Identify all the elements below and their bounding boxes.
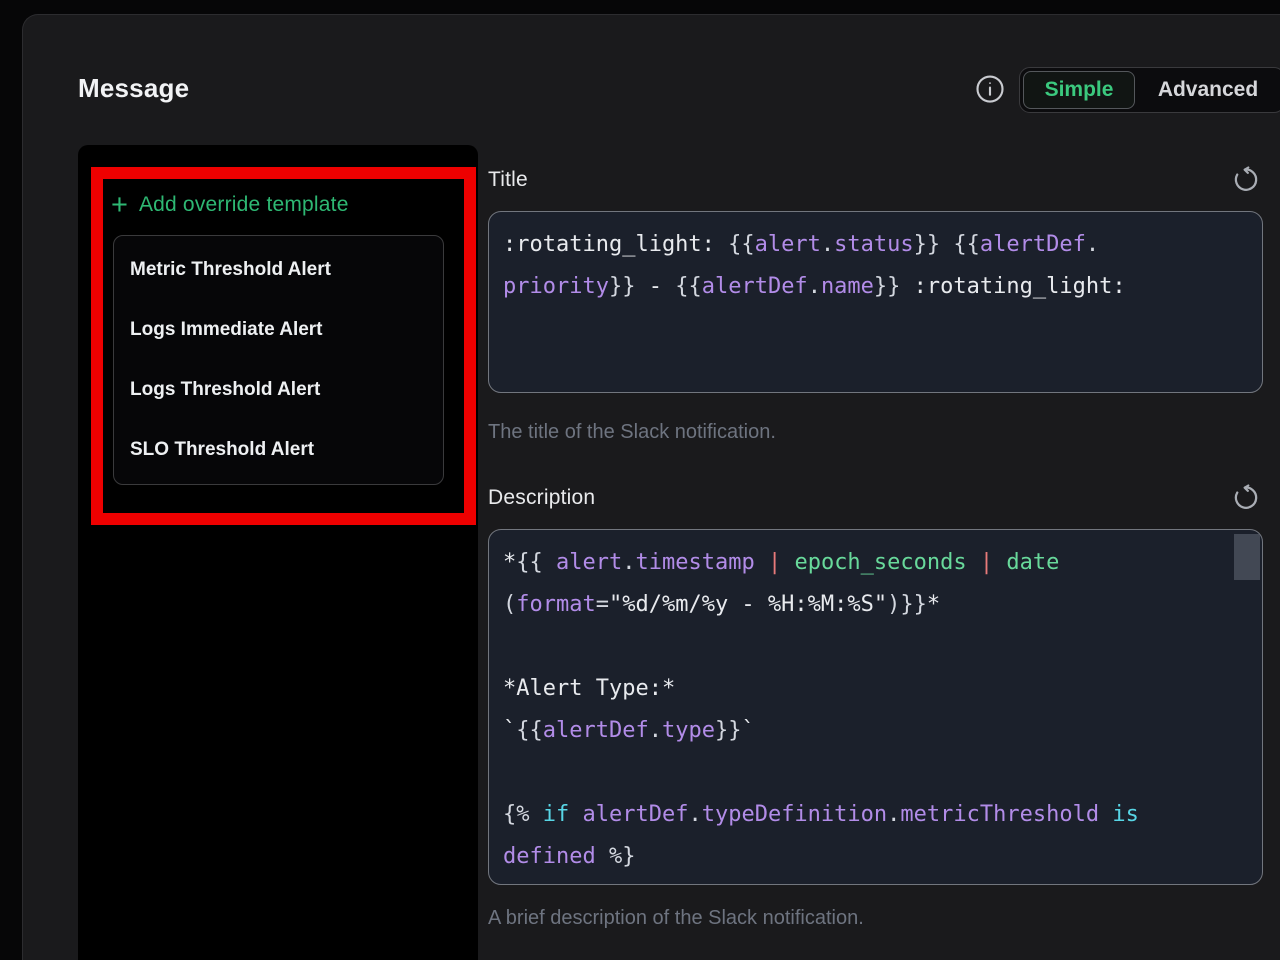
reset-title-button[interactable]: [1233, 166, 1260, 193]
code-line: [503, 626, 1248, 668]
plus-icon: +: [111, 191, 128, 219]
info-icon[interactable]: [975, 74, 1005, 104]
add-override-template-label: Add override template: [139, 193, 349, 217]
code-line: [503, 752, 1248, 794]
description-field-label: Description: [488, 486, 595, 510]
template-item-slo-threshold[interactable]: SLO Threshold Alert: [114, 420, 443, 480]
template-item-logs-threshold[interactable]: Logs Threshold Alert: [114, 360, 443, 420]
title-field-label: Title: [488, 168, 528, 192]
template-item-metric-threshold[interactable]: Metric Threshold Alert: [114, 240, 443, 300]
add-override-template-button[interactable]: + Add override template: [111, 189, 349, 221]
description-scrollbar-thumb[interactable]: [1234, 534, 1260, 580]
template-list: Metric Threshold Alert Logs Immediate Al…: [113, 235, 444, 485]
simple-advanced-toggle: Simple Advanced: [1019, 67, 1280, 113]
override-template-sidebar: + Add override template Metric Threshold…: [78, 145, 478, 960]
code-line: defined %}: [503, 836, 1248, 878]
page-title: Message: [78, 73, 189, 104]
code-line: {% if alertDef.typeDefinition.metricThre…: [503, 794, 1248, 836]
code-line: :rotating_light: {{alert.status}} {{aler…: [503, 224, 1248, 266]
description-helper-text: A brief description of the Slack notific…: [488, 907, 864, 930]
code-line: (format="%d/%m/%y - %H:%M:%S")}}*: [503, 584, 1248, 626]
description-input[interactable]: *{{ alert.timestamp | epoch_seconds | da…: [488, 529, 1263, 885]
template-item-logs-immediate[interactable]: Logs Immediate Alert: [114, 300, 443, 360]
slack-notification-settings-screen: Message Simple Advanced + Add override t…: [0, 0, 1280, 960]
toggle-advanced-button[interactable]: Advanced: [1135, 71, 1280, 109]
reset-description-button[interactable]: [1233, 484, 1260, 511]
code-line: *Alert Type:*: [503, 668, 1248, 710]
code-line: `{{alertDef.type}}`: [503, 710, 1248, 752]
title-helper-text: The title of the Slack notification.: [488, 421, 776, 444]
code-line: *{{ alert.timestamp | epoch_seconds | da…: [503, 542, 1248, 584]
code-line: priority}} - {{alertDef.name}} :rotating…: [503, 266, 1248, 308]
toggle-simple-button[interactable]: Simple: [1023, 71, 1135, 109]
message-panel: Message Simple Advanced + Add override t…: [22, 14, 1280, 960]
title-input[interactable]: :rotating_light: {{alert.status}} {{aler…: [488, 211, 1263, 393]
